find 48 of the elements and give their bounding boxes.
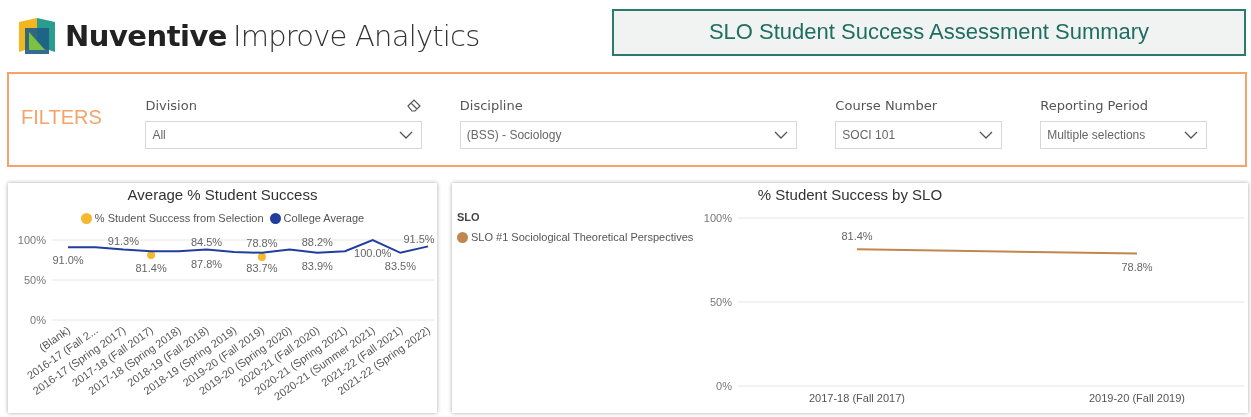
data-point xyxy=(147,250,156,259)
data-label: 81.4% xyxy=(135,262,167,274)
chevron-down-icon xyxy=(398,131,413,139)
chevron-down-icon xyxy=(1184,131,1198,139)
data-label: 87.8% xyxy=(190,258,223,270)
brand-product: Improve Analytics xyxy=(233,19,480,53)
data-label: 83.5% xyxy=(384,259,416,272)
chevron-down-icon xyxy=(979,131,994,139)
legend-label: % Student Success from Selection xyxy=(94,212,264,224)
data-label: 91.3% xyxy=(107,234,139,247)
filter-label: Reporting Period xyxy=(1040,97,1149,113)
axis-tick-label: 0% xyxy=(30,314,46,326)
data-label: 83.9% xyxy=(301,260,333,273)
axis-tick-label: 0% xyxy=(716,380,732,392)
axis-category-label: 2017-18 (Fall 2017) xyxy=(809,392,905,404)
data-label: 91.0% xyxy=(52,254,84,266)
data-label: 78.8% xyxy=(246,237,278,250)
chevron-down-icon xyxy=(774,131,789,139)
data-label: 84.5% xyxy=(190,235,223,248)
data-label: 81.4% xyxy=(841,230,873,243)
legend-label: College Average xyxy=(283,212,365,224)
legend-title: SLO xyxy=(457,211,481,223)
filter-dropdown[interactable]: Multiple selections xyxy=(1040,121,1207,149)
filter-dropdown[interactable]: SOCI 101 xyxy=(835,121,1003,149)
axis-tick-label: 100% xyxy=(17,234,46,246)
axis-tick-label: 50% xyxy=(709,296,732,308)
axis-tick-label: 100% xyxy=(703,212,732,224)
axis-tick-label: 50% xyxy=(23,274,46,286)
data-label: 100.0% xyxy=(354,246,392,259)
data-label: 83.7% xyxy=(246,262,278,274)
chart-title: Average % Student Success xyxy=(127,185,318,205)
logo-icon xyxy=(17,16,57,56)
eraser-icon[interactable] xyxy=(405,98,422,112)
filter-dropdown[interactable]: All xyxy=(145,121,422,149)
data-label: 91.5% xyxy=(403,233,435,246)
chart-title: % Student Success by SLO xyxy=(757,185,943,205)
brand-name: Nuventive xyxy=(65,19,227,53)
axis-category-label: 2019-20 (Fall 2019) xyxy=(1089,392,1185,404)
filter-label: Division xyxy=(145,97,197,113)
data-label: 78.8% xyxy=(1121,260,1153,273)
filters-heading: FILTERS xyxy=(21,106,103,129)
data-point xyxy=(257,252,266,261)
filter-label: Discipline xyxy=(459,97,523,113)
filter-dropdown[interactable]: (BSS) - Sociology xyxy=(459,121,798,149)
filter-label: Course Number xyxy=(835,97,938,113)
report-title: SLO Student Success Assessment Summary xyxy=(612,8,1246,56)
data-label: 88.2% xyxy=(301,236,333,249)
legend-label: SLO #1 Sociological Theoretical Perspectives xyxy=(471,231,694,243)
